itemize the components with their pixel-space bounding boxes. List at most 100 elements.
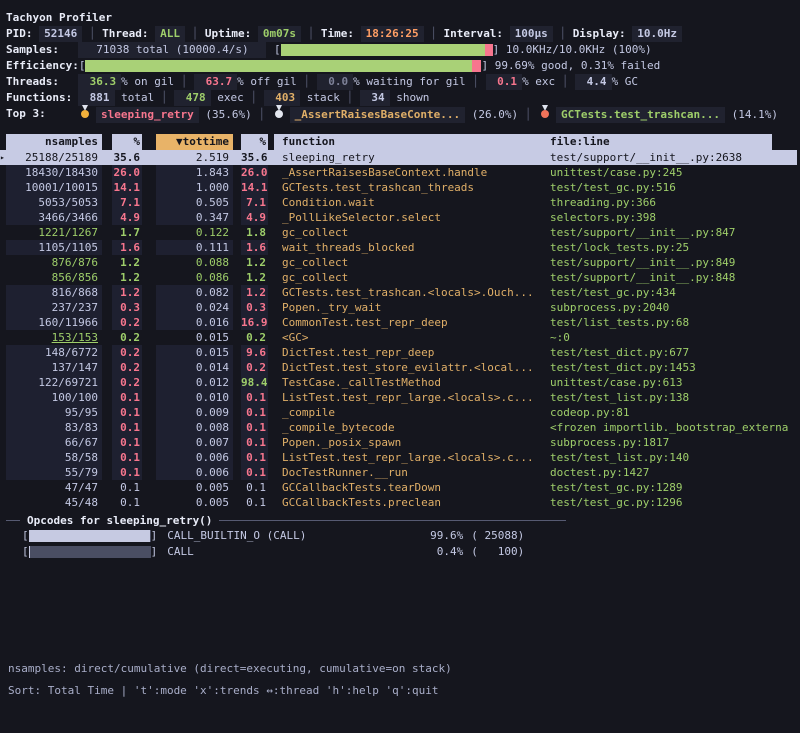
tottime-cell: 0.086 bbox=[156, 270, 233, 285]
top3-function-name: GCTests.test_trashcan... bbox=[556, 107, 725, 123]
samples-good-fill bbox=[281, 44, 486, 56]
cumulative-pct-cell: 0.2 bbox=[241, 330, 268, 345]
medal-circle bbox=[275, 110, 283, 118]
table-row[interactable]: 83/830.10.0080.1_compile_bytecode<frozen… bbox=[6, 420, 797, 435]
direct-pct-cell: 1.2 bbox=[112, 285, 142, 300]
table-row[interactable]: 55/790.10.0060.1DocTestRunner.__rundocte… bbox=[6, 465, 797, 480]
profiler-screen: Tachyon Profiler PID: 52146 │ Thread: AL… bbox=[0, 0, 800, 733]
tottime-cell: 0.505 bbox=[156, 195, 233, 210]
thread-stat-value: 0.1 bbox=[486, 74, 523, 90]
table-row[interactable]: 1105/11051.60.1111.6wait_threads_blocked… bbox=[6, 240, 797, 255]
nsamples-cell: 10001/10015 bbox=[6, 180, 102, 195]
table-row[interactable]: 237/2370.30.0240.3Popen._try_waitsubproc… bbox=[6, 300, 797, 315]
table-row[interactable]: 58/580.10.0060.1ListTest.test_repr_large… bbox=[6, 450, 797, 465]
table-row[interactable]: 160/119660.20.01616.9CommonTest.test_rep… bbox=[6, 315, 797, 330]
top3-items: sleeping_retry (35.6%) │ _AssertRaisesBa… bbox=[78, 105, 778, 123]
tottime-cell: 0.007 bbox=[156, 435, 233, 450]
nsamples-cell: 1221/1267 bbox=[6, 225, 102, 240]
cumulative-pct-cell: 1.2 bbox=[241, 270, 268, 285]
top3-function-name: _AssertRaisesBaseConte... bbox=[290, 107, 466, 123]
opcode-pct: 0.4% bbox=[417, 544, 463, 560]
opcode-bar-track bbox=[29, 530, 151, 542]
function-table-body: ▸25188/2518935.62.51935.6sleeping_retryt… bbox=[6, 150, 797, 510]
file-line-cell: test/test_gc.py:516 bbox=[548, 180, 797, 195]
direct-pct-cell: 0.1 bbox=[112, 435, 142, 450]
cumulative-pct-cell: 0.1 bbox=[241, 465, 268, 480]
table-row[interactable]: 95/950.10.0090.1_compilecodeop.py:81 bbox=[6, 405, 797, 420]
table-row[interactable]: 137/1470.20.0140.2DictTest.test_store_ev… bbox=[6, 360, 797, 375]
direct-pct-cell: 0.1 bbox=[112, 495, 142, 510]
opcodes-title: Opcodes for sleeping_retry() bbox=[20, 514, 219, 527]
table-row[interactable]: 856/8561.20.0861.2gc_collecttest/support… bbox=[6, 270, 797, 285]
function-cell: _compile_bytecode bbox=[274, 420, 548, 435]
nsamples-cell: 5053/5053 bbox=[6, 195, 102, 210]
table-row[interactable]: 153/1530.20.0150.2<GC>~:0 bbox=[6, 330, 797, 345]
title-line: Tachyon Profiler bbox=[0, 10, 800, 26]
function-cell: <GC> bbox=[274, 330, 548, 345]
thread-stat-unit: % exc bbox=[522, 75, 555, 88]
function-stat-value: 881 bbox=[78, 90, 115, 106]
tottime-cell: 0.122 bbox=[156, 225, 233, 240]
direct-pct-cell: 0.3 bbox=[112, 300, 142, 315]
nsamples-cell: 25188/25189 bbox=[6, 150, 102, 165]
direct-pct-cell: 0.2 bbox=[112, 375, 142, 390]
table-row[interactable]: ▸25188/2518935.62.51935.6sleeping_retryt… bbox=[6, 150, 797, 165]
table-row[interactable]: 100/1000.10.0100.1ListTest.test_repr_lar… bbox=[6, 390, 797, 405]
thread-segment: Thread: ALL bbox=[102, 26, 185, 42]
function-cell: _PollLikeSelector.select bbox=[274, 210, 548, 225]
table-row[interactable]: 47/470.10.0050.1GCCallbackTests.tearDown… bbox=[6, 480, 797, 495]
functions-line: Functions: 881 total │ 478 exec │ 403 st… bbox=[0, 90, 800, 106]
tottime-cell: 0.008 bbox=[156, 420, 233, 435]
cumulative-pct-cell: 14.1 bbox=[241, 180, 268, 195]
cumulative-pct-cell: 1.2 bbox=[241, 285, 268, 300]
separator: │ bbox=[154, 91, 174, 104]
direct-pct-cell: 1.6 bbox=[112, 240, 142, 255]
tottime-cell: 0.014 bbox=[156, 360, 233, 375]
table-row[interactable]: 1221/12671.70.1221.8gc_collecttest/suppo… bbox=[6, 225, 797, 240]
functions-label: Functions: bbox=[6, 90, 78, 106]
tottime-cell: 0.016 bbox=[156, 315, 233, 330]
cumulative-pct-cell: 0.2 bbox=[241, 360, 268, 375]
tottime-cell: 0.088 bbox=[156, 255, 233, 270]
file-line-cell: unittest/case.py:613 bbox=[548, 375, 797, 390]
nsamples-cell: 83/83 bbox=[6, 420, 102, 435]
cumulative-pct-cell: 1.8 bbox=[241, 225, 268, 240]
header-cumulative-pct[interactable]: % bbox=[241, 134, 268, 150]
table-row[interactable]: 18430/1843026.01.84326.0_AssertRaisesBas… bbox=[6, 165, 797, 180]
table-row[interactable]: 122/697210.20.01298.4TestCase._callTestM… bbox=[6, 375, 797, 390]
header-nsamples[interactable]: nsamples bbox=[6, 134, 102, 150]
samples-bad-fill bbox=[485, 44, 492, 56]
header-direct-pct[interactable]: % bbox=[112, 134, 142, 150]
tottime-cell: 0.006 bbox=[156, 465, 233, 480]
header-file-line[interactable]: file:line bbox=[548, 134, 797, 150]
table-row[interactable]: 3466/34664.90.3474.9_PollLikeSelector.se… bbox=[6, 210, 797, 225]
file-line-cell: test/support/__init__.py:849 bbox=[548, 255, 797, 270]
header-function[interactable]: function bbox=[274, 134, 548, 150]
table-row[interactable]: 148/67720.20.0159.6DictTest.test_repr_de… bbox=[6, 345, 797, 360]
opcode-name: CALL_BUILTIN_O (CALL) bbox=[157, 528, 417, 544]
table-row[interactable]: 45/480.10.0050.1GCCallbackTests.preclean… bbox=[6, 495, 797, 510]
table-row[interactable]: 10001/1001514.11.00014.1GCTests.test_tra… bbox=[6, 180, 797, 195]
separator: │ bbox=[185, 26, 205, 42]
direct-pct-cell: 0.1 bbox=[112, 420, 142, 435]
table-row[interactable]: 66/670.10.0070.1Popen._posix_spawnsubpro… bbox=[6, 435, 797, 450]
function-cell: gc_collect bbox=[274, 270, 548, 285]
opcode-pct: 99.6% bbox=[417, 528, 463, 544]
table-row[interactable]: 816/8681.20.0821.2GCTests.test_trashcan.… bbox=[6, 285, 797, 300]
tottime-cell: 1.000 bbox=[156, 180, 233, 195]
table-row[interactable]: 876/8761.20.0881.2gc_collecttest/support… bbox=[6, 255, 797, 270]
direct-pct-cell: 0.1 bbox=[112, 465, 142, 480]
functions-stats: 881 total │ 478 exec │ 403 stack │ 34 sh… bbox=[78, 90, 429, 106]
function-stat-unit: stack bbox=[300, 91, 340, 104]
opcode-count: ( 25088) bbox=[471, 528, 524, 544]
nsamples-cell: 47/47 bbox=[6, 480, 102, 495]
separator: │ bbox=[174, 75, 194, 88]
header-tottime-sort[interactable]: ▼tottime bbox=[156, 134, 233, 150]
function-cell: wait_threads_blocked bbox=[274, 240, 548, 255]
cumulative-pct-cell: 0.3 bbox=[241, 300, 268, 315]
tottime-cell: 0.012 bbox=[156, 375, 233, 390]
direct-pct-cell: 1.7 bbox=[112, 225, 142, 240]
file-line-cell: test/support/__init__.py:848 bbox=[548, 270, 797, 285]
file-line-cell: <frozen importlib._bootstrap_externa bbox=[548, 420, 797, 435]
table-row[interactable]: 5053/50537.10.5057.1Condition.waitthread… bbox=[6, 195, 797, 210]
